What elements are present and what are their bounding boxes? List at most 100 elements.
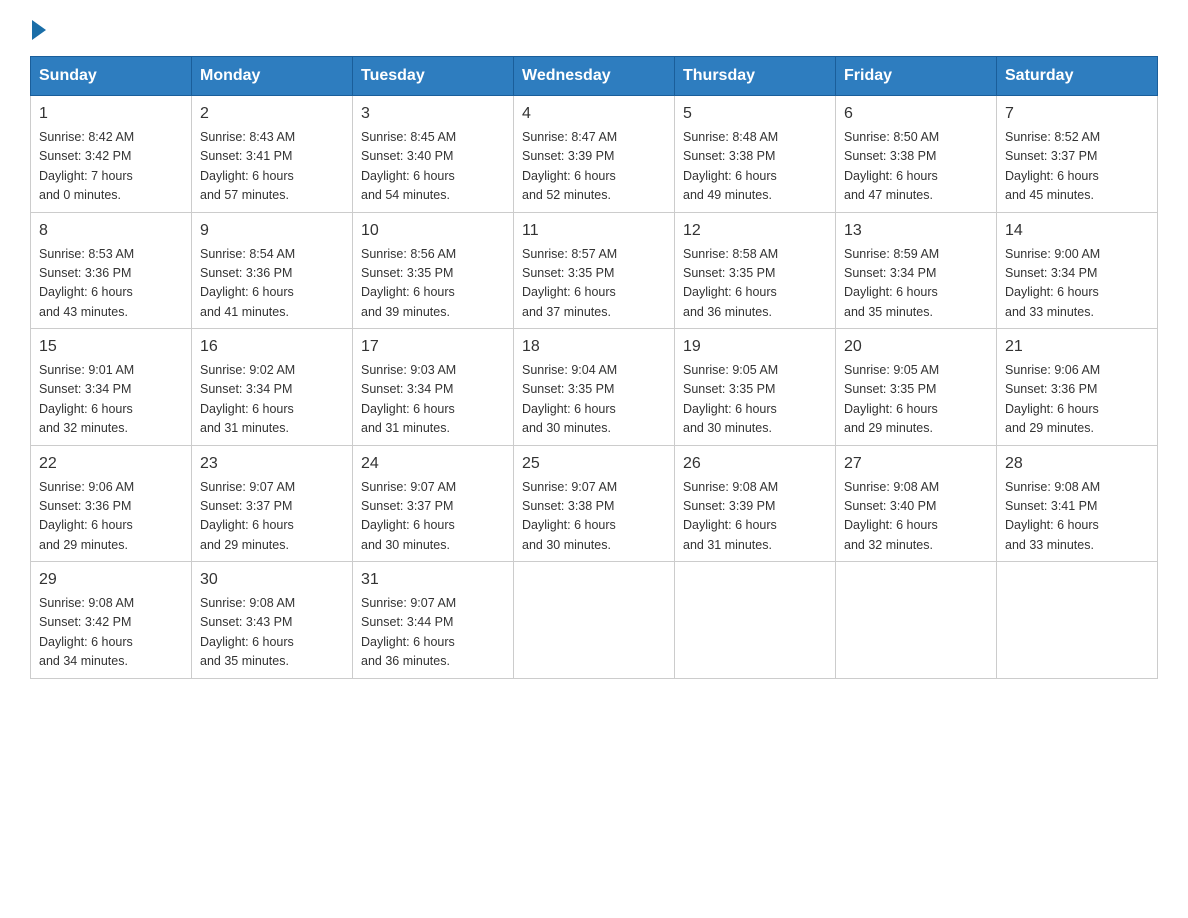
day-info: Sunrise: 9:05 AMSunset: 3:35 PMDaylight:…	[683, 361, 827, 439]
day-number: 17	[361, 335, 505, 359]
day-number: 28	[1005, 452, 1149, 476]
day-info: Sunrise: 9:06 AMSunset: 3:36 PMDaylight:…	[1005, 361, 1149, 439]
weekday-header-thursday: Thursday	[675, 57, 836, 96]
calendar-cell	[675, 562, 836, 679]
day-number: 3	[361, 102, 505, 126]
calendar-cell: 30Sunrise: 9:08 AMSunset: 3:43 PMDayligh…	[192, 562, 353, 679]
day-number: 2	[200, 102, 344, 126]
day-number: 29	[39, 568, 183, 592]
day-info: Sunrise: 9:08 AMSunset: 3:40 PMDaylight:…	[844, 478, 988, 556]
calendar-table: SundayMondayTuesdayWednesdayThursdayFrid…	[30, 56, 1158, 679]
day-info: Sunrise: 9:05 AMSunset: 3:35 PMDaylight:…	[844, 361, 988, 439]
calendar-cell: 9Sunrise: 8:54 AMSunset: 3:36 PMDaylight…	[192, 212, 353, 329]
day-info: Sunrise: 9:02 AMSunset: 3:34 PMDaylight:…	[200, 361, 344, 439]
calendar-cell: 16Sunrise: 9:02 AMSunset: 3:34 PMDayligh…	[192, 329, 353, 446]
day-info: Sunrise: 9:07 AMSunset: 3:37 PMDaylight:…	[361, 478, 505, 556]
calendar-cell: 13Sunrise: 8:59 AMSunset: 3:34 PMDayligh…	[836, 212, 997, 329]
weekday-header-sunday: Sunday	[31, 57, 192, 96]
day-info: Sunrise: 9:06 AMSunset: 3:36 PMDaylight:…	[39, 478, 183, 556]
day-number: 23	[200, 452, 344, 476]
day-number: 15	[39, 335, 183, 359]
calendar-cell: 8Sunrise: 8:53 AMSunset: 3:36 PMDaylight…	[31, 212, 192, 329]
weekday-header-friday: Friday	[836, 57, 997, 96]
calendar-week-row: 8Sunrise: 8:53 AMSunset: 3:36 PMDaylight…	[31, 212, 1158, 329]
weekday-header-tuesday: Tuesday	[353, 57, 514, 96]
calendar-cell: 1Sunrise: 8:42 AMSunset: 3:42 PMDaylight…	[31, 96, 192, 213]
day-number: 16	[200, 335, 344, 359]
calendar-cell: 10Sunrise: 8:56 AMSunset: 3:35 PMDayligh…	[353, 212, 514, 329]
day-number: 27	[844, 452, 988, 476]
calendar-week-row: 22Sunrise: 9:06 AMSunset: 3:36 PMDayligh…	[31, 445, 1158, 562]
day-number: 8	[39, 219, 183, 243]
day-number: 20	[844, 335, 988, 359]
calendar-cell: 28Sunrise: 9:08 AMSunset: 3:41 PMDayligh…	[997, 445, 1158, 562]
calendar-cell: 22Sunrise: 9:06 AMSunset: 3:36 PMDayligh…	[31, 445, 192, 562]
weekday-header-saturday: Saturday	[997, 57, 1158, 96]
calendar-week-row: 29Sunrise: 9:08 AMSunset: 3:42 PMDayligh…	[31, 562, 1158, 679]
day-info: Sunrise: 9:04 AMSunset: 3:35 PMDaylight:…	[522, 361, 666, 439]
calendar-cell: 20Sunrise: 9:05 AMSunset: 3:35 PMDayligh…	[836, 329, 997, 446]
day-number: 4	[522, 102, 666, 126]
day-info: Sunrise: 9:07 AMSunset: 3:38 PMDaylight:…	[522, 478, 666, 556]
calendar-body: 1Sunrise: 8:42 AMSunset: 3:42 PMDaylight…	[31, 96, 1158, 679]
day-number: 14	[1005, 219, 1149, 243]
day-info: Sunrise: 9:03 AMSunset: 3:34 PMDaylight:…	[361, 361, 505, 439]
weekday-header-wednesday: Wednesday	[514, 57, 675, 96]
calendar-cell: 5Sunrise: 8:48 AMSunset: 3:38 PMDaylight…	[675, 96, 836, 213]
day-info: Sunrise: 8:50 AMSunset: 3:38 PMDaylight:…	[844, 128, 988, 206]
day-number: 9	[200, 219, 344, 243]
calendar-cell: 15Sunrise: 9:01 AMSunset: 3:34 PMDayligh…	[31, 329, 192, 446]
calendar-week-row: 15Sunrise: 9:01 AMSunset: 3:34 PMDayligh…	[31, 329, 1158, 446]
calendar-cell: 2Sunrise: 8:43 AMSunset: 3:41 PMDaylight…	[192, 96, 353, 213]
day-number: 10	[361, 219, 505, 243]
calendar-cell: 24Sunrise: 9:07 AMSunset: 3:37 PMDayligh…	[353, 445, 514, 562]
calendar-header: SundayMondayTuesdayWednesdayThursdayFrid…	[31, 57, 1158, 96]
calendar-week-row: 1Sunrise: 8:42 AMSunset: 3:42 PMDaylight…	[31, 96, 1158, 213]
calendar-cell: 31Sunrise: 9:07 AMSunset: 3:44 PMDayligh…	[353, 562, 514, 679]
calendar-cell	[997, 562, 1158, 679]
calendar-cell	[514, 562, 675, 679]
calendar-cell: 19Sunrise: 9:05 AMSunset: 3:35 PMDayligh…	[675, 329, 836, 446]
day-info: Sunrise: 8:59 AMSunset: 3:34 PMDaylight:…	[844, 245, 988, 323]
calendar-cell: 7Sunrise: 8:52 AMSunset: 3:37 PMDaylight…	[997, 96, 1158, 213]
day-number: 6	[844, 102, 988, 126]
day-info: Sunrise: 9:08 AMSunset: 3:42 PMDaylight:…	[39, 594, 183, 672]
calendar-cell: 12Sunrise: 8:58 AMSunset: 3:35 PMDayligh…	[675, 212, 836, 329]
page-header	[30, 20, 1158, 36]
logo-arrow-icon	[32, 20, 46, 40]
calendar-cell: 17Sunrise: 9:03 AMSunset: 3:34 PMDayligh…	[353, 329, 514, 446]
day-info: Sunrise: 8:52 AMSunset: 3:37 PMDaylight:…	[1005, 128, 1149, 206]
day-number: 25	[522, 452, 666, 476]
day-info: Sunrise: 8:48 AMSunset: 3:38 PMDaylight:…	[683, 128, 827, 206]
calendar-cell: 11Sunrise: 8:57 AMSunset: 3:35 PMDayligh…	[514, 212, 675, 329]
day-info: Sunrise: 8:58 AMSunset: 3:35 PMDaylight:…	[683, 245, 827, 323]
day-info: Sunrise: 8:45 AMSunset: 3:40 PMDaylight:…	[361, 128, 505, 206]
day-info: Sunrise: 8:53 AMSunset: 3:36 PMDaylight:…	[39, 245, 183, 323]
calendar-cell: 4Sunrise: 8:47 AMSunset: 3:39 PMDaylight…	[514, 96, 675, 213]
day-number: 31	[361, 568, 505, 592]
day-number: 12	[683, 219, 827, 243]
day-info: Sunrise: 8:47 AMSunset: 3:39 PMDaylight:…	[522, 128, 666, 206]
day-info: Sunrise: 9:01 AMSunset: 3:34 PMDaylight:…	[39, 361, 183, 439]
day-info: Sunrise: 9:08 AMSunset: 3:41 PMDaylight:…	[1005, 478, 1149, 556]
day-number: 24	[361, 452, 505, 476]
day-number: 11	[522, 219, 666, 243]
calendar-cell: 25Sunrise: 9:07 AMSunset: 3:38 PMDayligh…	[514, 445, 675, 562]
day-info: Sunrise: 9:00 AMSunset: 3:34 PMDaylight:…	[1005, 245, 1149, 323]
day-info: Sunrise: 8:57 AMSunset: 3:35 PMDaylight:…	[522, 245, 666, 323]
calendar-cell: 6Sunrise: 8:50 AMSunset: 3:38 PMDaylight…	[836, 96, 997, 213]
day-number: 19	[683, 335, 827, 359]
day-info: Sunrise: 9:08 AMSunset: 3:39 PMDaylight:…	[683, 478, 827, 556]
weekday-header-monday: Monday	[192, 57, 353, 96]
calendar-cell: 26Sunrise: 9:08 AMSunset: 3:39 PMDayligh…	[675, 445, 836, 562]
calendar-cell: 18Sunrise: 9:04 AMSunset: 3:35 PMDayligh…	[514, 329, 675, 446]
day-number: 22	[39, 452, 183, 476]
calendar-cell	[836, 562, 997, 679]
day-number: 26	[683, 452, 827, 476]
day-number: 18	[522, 335, 666, 359]
weekday-header-row: SundayMondayTuesdayWednesdayThursdayFrid…	[31, 57, 1158, 96]
day-number: 7	[1005, 102, 1149, 126]
day-number: 30	[200, 568, 344, 592]
day-number: 13	[844, 219, 988, 243]
day-info: Sunrise: 8:43 AMSunset: 3:41 PMDaylight:…	[200, 128, 344, 206]
